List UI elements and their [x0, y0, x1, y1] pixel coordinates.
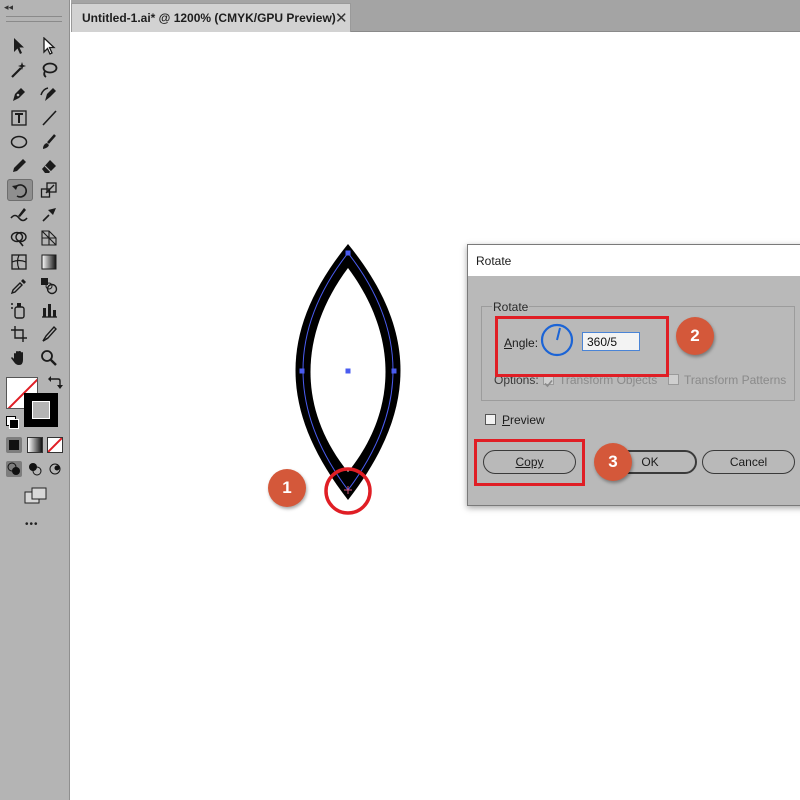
artboard-tool-icon[interactable]: [8, 324, 30, 344]
column-graph-tool-icon[interactable]: [38, 300, 60, 320]
pen-tool-icon[interactable]: [8, 84, 30, 104]
blend-tool-icon[interactable]: [38, 276, 60, 296]
dialog-title: Rotate: [476, 254, 512, 268]
default-fill-stroke-icon[interactable]: [6, 416, 19, 429]
step-3-callout: 3: [594, 443, 632, 481]
type-tool-icon[interactable]: [8, 108, 30, 128]
dialog-titlebar[interactable]: Rotate: [468, 245, 800, 276]
color-mode-button[interactable]: [6, 437, 22, 453]
tools-panel: ◂◂ •••: [0, 0, 70, 800]
hand-tool-icon[interactable]: [8, 348, 30, 368]
step-1-callout: 1: [268, 469, 306, 507]
ellipse-tool-icon[interactable]: [8, 132, 30, 152]
eyedropper-tool-icon[interactable]: [8, 276, 30, 296]
preview-label: Preview: [502, 413, 545, 427]
panel-grip[interactable]: [6, 16, 62, 22]
pencil-tool-icon[interactable]: [8, 156, 30, 176]
transform-patterns-label: Transform Patterns: [684, 373, 787, 387]
cancel-button[interactable]: Cancel: [702, 450, 795, 474]
zoom-tool-icon[interactable]: [38, 348, 60, 368]
curvature-tool-icon[interactable]: [38, 84, 60, 104]
mesh-tool-icon[interactable]: [8, 252, 30, 272]
screen-mode-icon[interactable]: [24, 487, 48, 505]
draw-normal-icon[interactable]: [6, 461, 22, 477]
more-tools-icon[interactable]: •••: [25, 519, 39, 530]
document-tab-title: Untitled-1.ai* @ 1200% (CMYK/GPU Preview…: [82, 11, 336, 25]
lasso-tool-icon[interactable]: [38, 60, 60, 80]
slice-tool-icon[interactable]: [38, 324, 60, 344]
close-tab-icon[interactable]: ✕: [335, 9, 348, 27]
perspective-grid-tool-icon[interactable]: [38, 228, 60, 248]
paintbrush-tool-icon[interactable]: [38, 132, 60, 152]
gradient-mode-button[interactable]: [27, 437, 43, 453]
eraser-tool-icon[interactable]: [38, 156, 60, 176]
symbol-sprayer-tool-icon[interactable]: [8, 300, 30, 320]
free-transform-tool-icon[interactable]: [38, 204, 60, 224]
rotate-tool-icon[interactable]: [7, 179, 33, 201]
collapse-panel-icon[interactable]: ◂◂: [4, 2, 13, 13]
gradient-tool-icon[interactable]: [38, 252, 60, 272]
rotate-group-label: Rotate: [492, 300, 530, 314]
stroke-swatch[interactable]: [24, 393, 58, 427]
warp-tool-icon[interactable]: [8, 204, 30, 224]
shape-builder-tool-icon[interactable]: [8, 228, 30, 248]
transform-patterns-checkbox[interactable]: [668, 374, 679, 385]
magic-wand-tool-icon[interactable]: [8, 60, 30, 80]
draw-behind-icon[interactable]: [27, 461, 43, 477]
preview-checkbox[interactable]: [485, 414, 496, 425]
step-2-callout: 2: [676, 317, 714, 355]
direct-selection-tool-icon[interactable]: [38, 36, 60, 56]
draw-inside-icon[interactable]: [47, 461, 63, 477]
swap-fill-stroke-icon[interactable]: [47, 375, 63, 391]
none-mode-button[interactable]: [47, 437, 63, 453]
angle-highlight-box: [495, 316, 669, 377]
scale-tool-icon[interactable]: [38, 180, 60, 200]
document-tab-bar: Untitled-1.ai* @ 1200% (CMYK/GPU Preview…: [71, 0, 800, 32]
copy-highlight-box: [474, 439, 585, 486]
selection-tool-icon[interactable]: [8, 36, 30, 56]
document-tab[interactable]: Untitled-1.ai* @ 1200% (CMYK/GPU Preview…: [71, 3, 351, 32]
line-segment-tool-icon[interactable]: [38, 108, 60, 128]
